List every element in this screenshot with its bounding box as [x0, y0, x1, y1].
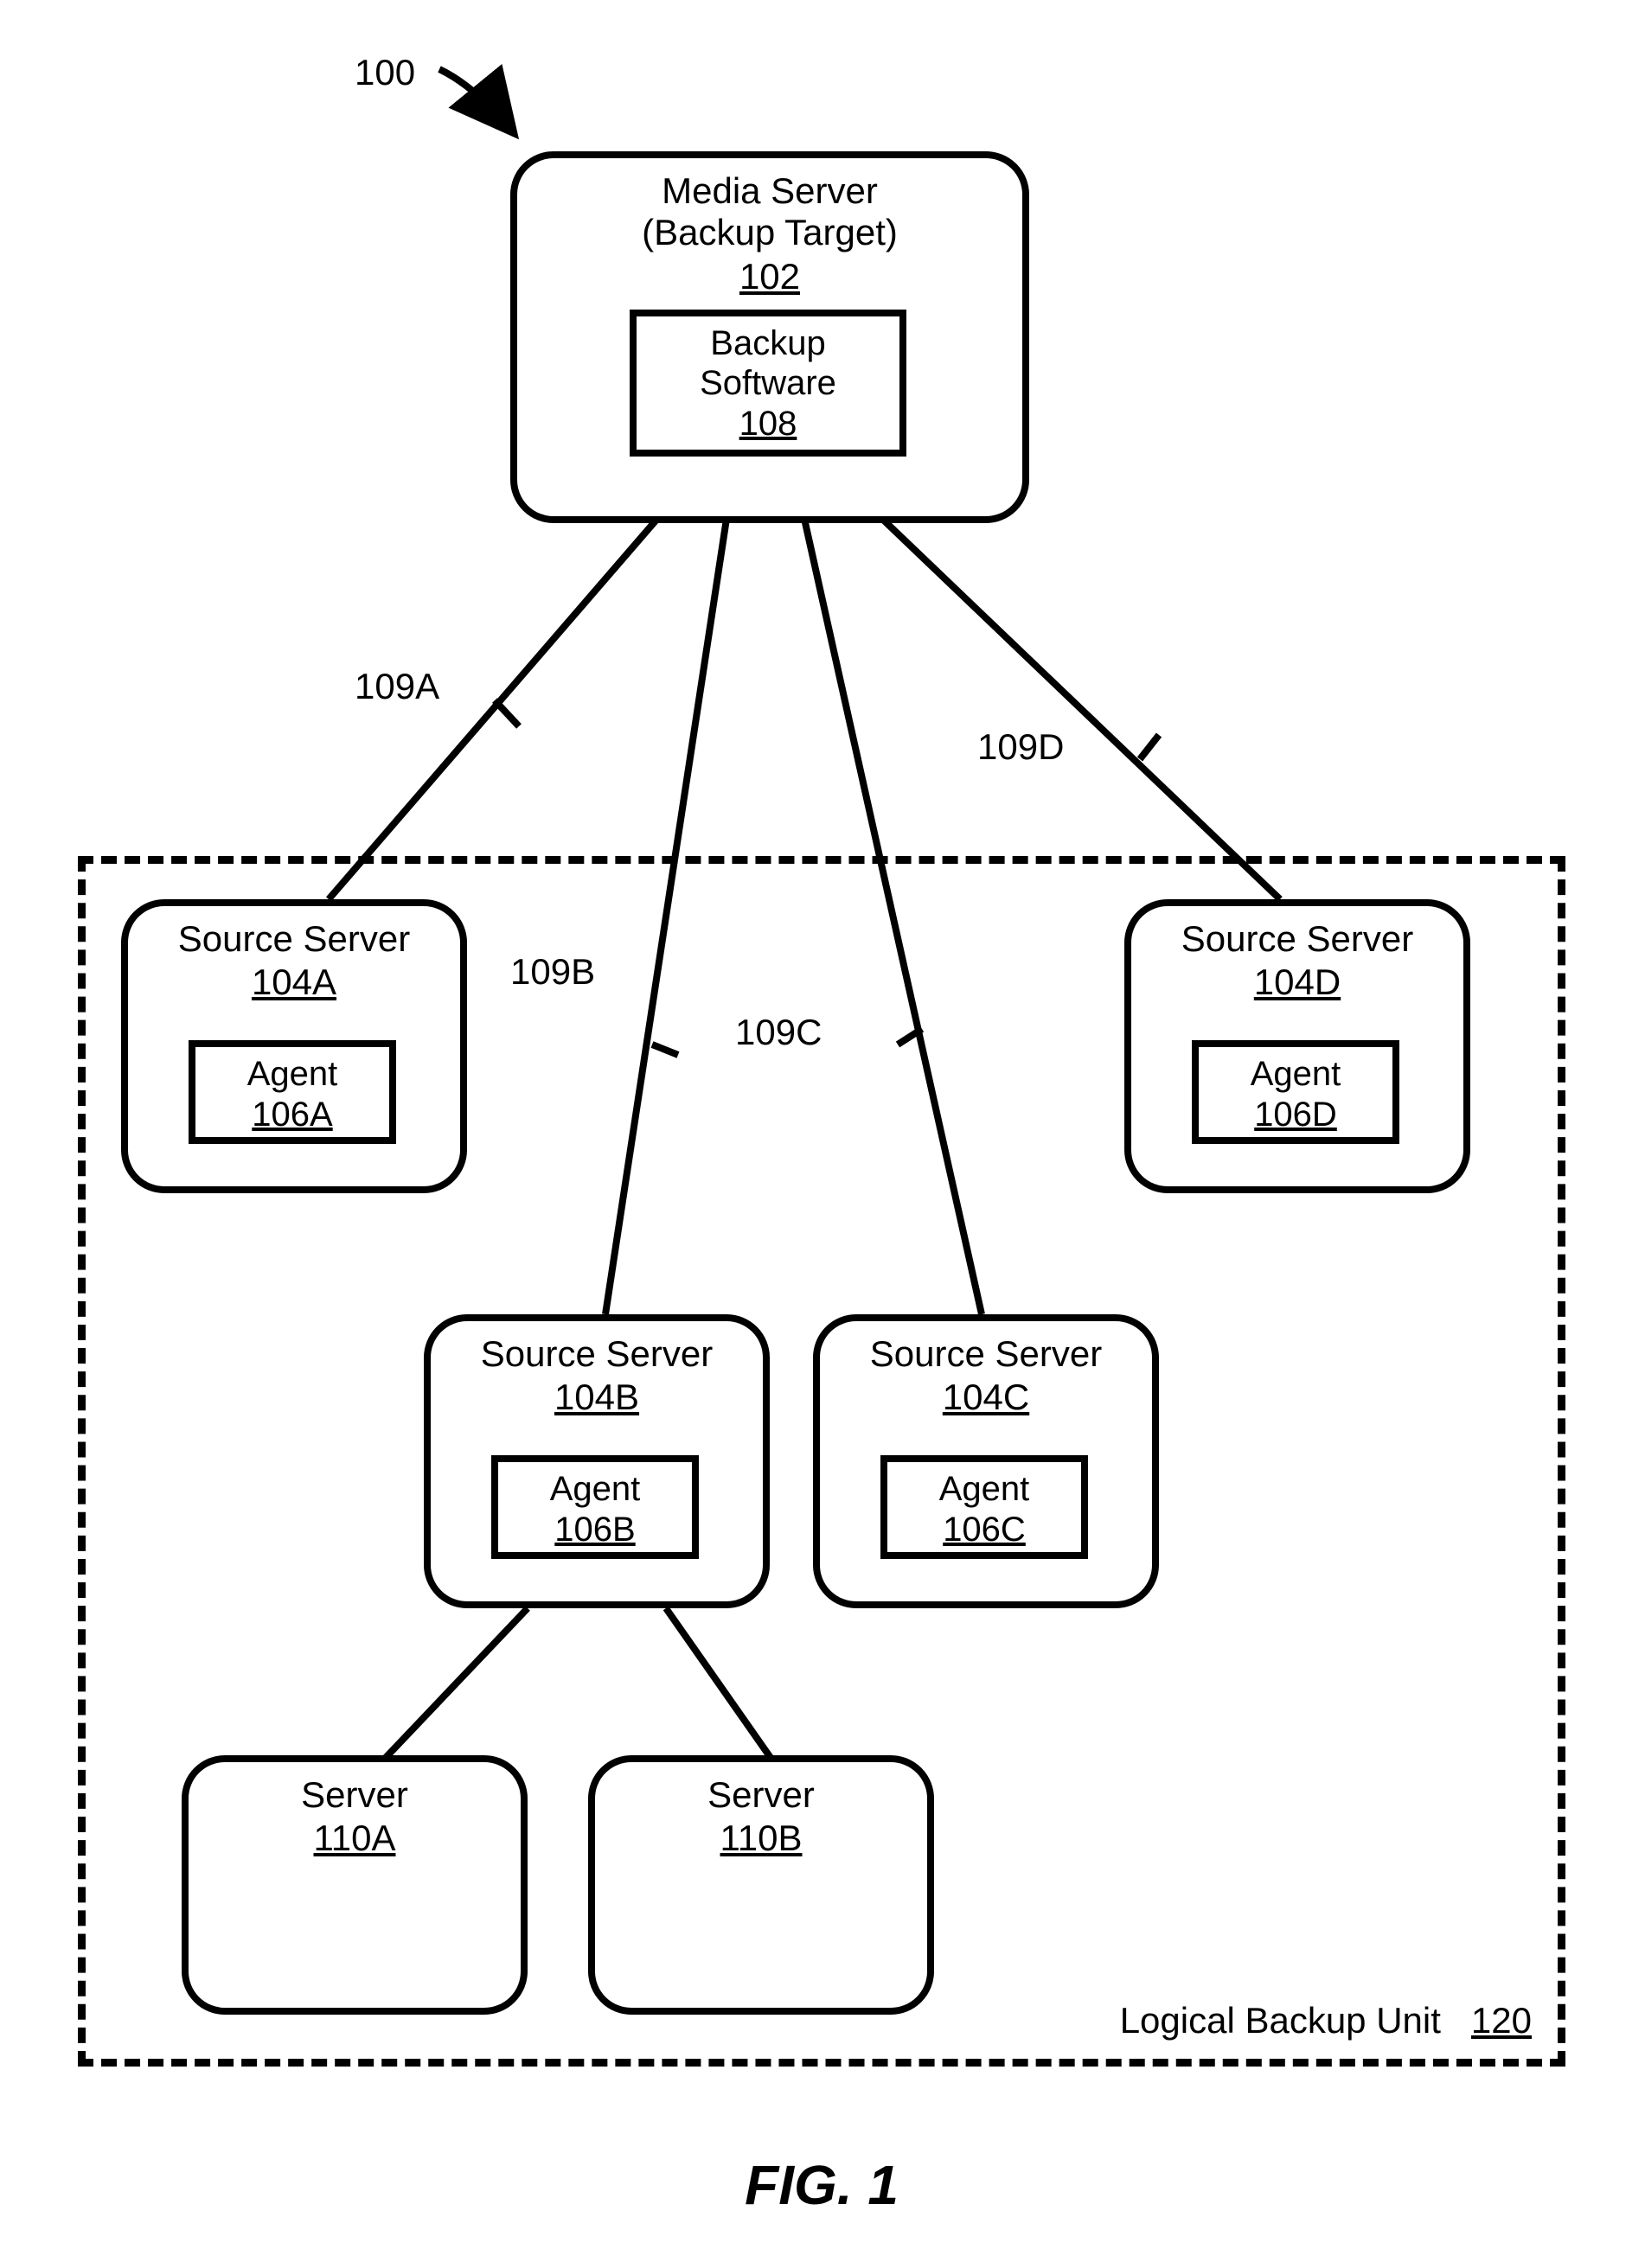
agent-b-title: Agent [498, 1469, 692, 1509]
diagram-canvas: 100 109A 109B 109C 109D Media Server (Ba… [35, 35, 1609, 2233]
backup-software-title1: Backup [637, 323, 899, 363]
logical-backup-unit-label: Logical Backup Unit 120 [1120, 2000, 1532, 2041]
link-label-109a: 109A [355, 666, 439, 707]
server-a: Server 110A [182, 1755, 528, 2015]
agent-a-box: Agent 106A [189, 1040, 396, 1144]
ss-c-title: Source Server [820, 1333, 1152, 1375]
agent-c-box: Agent 106C [880, 1455, 1088, 1559]
server-a-ref: 110A [189, 1818, 521, 1859]
source-server-c: Source Server 104C Agent 106C [813, 1314, 1159, 1608]
figure-caption: FIG. 1 [35, 2153, 1609, 2217]
backup-software-box: Backup Software 108 [630, 310, 906, 457]
media-server-title2: (Backup Target) [517, 212, 1022, 253]
ss-b-title: Source Server [431, 1333, 763, 1375]
lbu-text: Logical Backup Unit [1120, 2000, 1441, 2041]
agent-d-box: Agent 106D [1192, 1040, 1399, 1144]
source-server-a: Source Server 104A Agent 106A [121, 899, 467, 1193]
agent-a-title: Agent [195, 1054, 389, 1094]
media-server-box: Media Server (Backup Target) 102 Backup … [510, 151, 1029, 523]
agent-b-ref: 106B [498, 1511, 692, 1549]
source-server-b: Source Server 104B Agent 106B [424, 1314, 770, 1608]
agent-c-ref: 106C [887, 1511, 1081, 1549]
link-label-109d: 109D [977, 726, 1064, 768]
ss-a-title: Source Server [128, 918, 460, 960]
agent-d-ref: 106D [1199, 1096, 1392, 1134]
ss-c-ref: 104C [820, 1377, 1152, 1418]
agent-b-box: Agent 106B [491, 1455, 699, 1559]
ss-a-ref: 104A [128, 962, 460, 1003]
media-server-title1: Media Server [517, 170, 1022, 212]
server-b-ref: 110B [595, 1818, 927, 1859]
backup-software-title2: Software [637, 363, 899, 403]
server-b: Server 110B [588, 1755, 934, 2015]
agent-a-ref: 106A [195, 1096, 389, 1134]
ss-b-ref: 104B [431, 1377, 763, 1418]
source-server-d: Source Server 104D Agent 106D [1124, 899, 1470, 1193]
backup-software-ref: 108 [637, 405, 899, 444]
ss-d-ref: 104D [1131, 962, 1463, 1003]
server-b-title: Server [595, 1774, 927, 1816]
server-a-title: Server [189, 1774, 521, 1816]
media-server-ref: 102 [517, 256, 1022, 297]
ss-d-title: Source Server [1131, 918, 1463, 960]
agent-d-title: Agent [1199, 1054, 1392, 1094]
agent-c-title: Agent [887, 1469, 1081, 1509]
lbu-ref: 120 [1471, 2000, 1532, 2041]
